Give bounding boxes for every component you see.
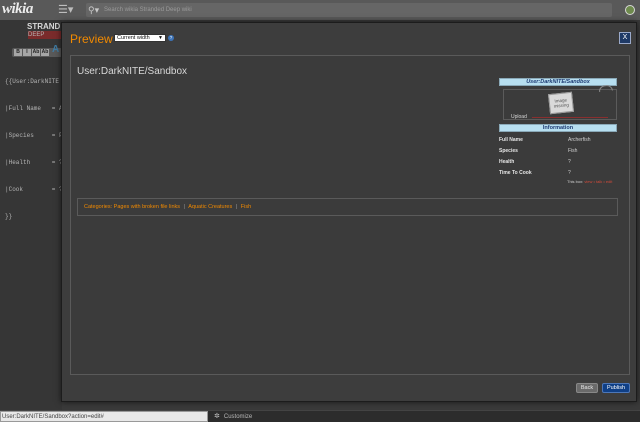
infobox-title: User:DarkNITE/Sandbox: [499, 78, 617, 86]
font-size-icon[interactable]: A: [52, 44, 59, 55]
source-line: |Cook = ?: [5, 186, 62, 193]
image-hanger: [598, 84, 613, 92]
categories-label: Categories:: [84, 204, 113, 210]
wikia-logo[interactable]: wikia: [2, 1, 33, 18]
modal-title: Preview: [70, 32, 113, 46]
infobox-label: Species: [499, 148, 518, 154]
source-line: }}: [5, 213, 13, 220]
width-select[interactable]: Current width ▼: [114, 34, 166, 42]
source-line: |Health = ?: [5, 159, 62, 166]
infobox-label: Health: [499, 159, 515, 165]
category-link[interactable]: Aquatic Creatures: [188, 204, 232, 210]
category-link[interactable]: Fish: [241, 204, 251, 210]
customize-button[interactable]: ✲ Customize: [214, 411, 252, 422]
search-input[interactable]: Search wikia Stranded Deep wiki: [104, 3, 604, 17]
navbar-talk-link[interactable]: talk: [596, 179, 602, 184]
image-missing-icon[interactable]: Image missing: [548, 84, 613, 115]
source-line: |Full Name = Ar: [5, 105, 62, 112]
user-avatar[interactable]: [625, 5, 635, 15]
bold-button[interactable]: B: [14, 49, 22, 56]
infobox-row: Species Fish: [499, 146, 617, 156]
navbar-edit-link[interactable]: edit: [606, 179, 612, 184]
infobox-label: Time To Cook: [499, 170, 532, 176]
preview-modal: Preview Current width ▼ ? X User:DarkNITE…: [61, 22, 637, 402]
chevron-down-icon: ▼: [158, 35, 163, 41]
navbar-prefix: This box:: [567, 179, 584, 184]
infobox-value: Archerfish: [568, 137, 591, 143]
category-link[interactable]: Pages with broken file links: [114, 204, 180, 210]
italic-button[interactable]: I: [23, 49, 31, 56]
customize-label: Customize: [223, 414, 253, 420]
infobox-value: Fish: [568, 148, 578, 154]
back-button[interactable]: Back: [576, 383, 598, 393]
external-link-button[interactable]: Ab: [41, 49, 49, 56]
infobox-value: ?: [568, 170, 571, 176]
status-url: User:DarkNITE/Sandbox?action=edit#: [0, 411, 208, 422]
infobox-row: Health ?: [499, 157, 617, 167]
publish-button[interactable]: Publish: [602, 383, 630, 393]
infobox-row: Time To Cook ?: [499, 168, 617, 178]
page-title: User:DarkNITE/Sandbox: [77, 66, 188, 77]
close-button[interactable]: X: [619, 32, 631, 44]
wiki-wordmark-sub: DEEP: [28, 31, 62, 39]
upload-link[interactable]: Upload: [511, 114, 527, 120]
gear-icon: ✲: [214, 413, 220, 420]
source-editor[interactable]: {{User:DarkNITE |Full Name = Ar |Species…: [5, 59, 62, 230]
source-line: |Species = Fi: [5, 132, 62, 139]
infobox-image-area: Image missing Upload: [503, 84, 617, 120]
link-button[interactable]: Ab: [32, 49, 40, 56]
infobox-value: ?: [568, 159, 571, 165]
source-line: {{User:DarkNITE: [5, 78, 60, 85]
upload-link-underline: [532, 117, 608, 118]
width-select-value: Current width: [117, 35, 150, 41]
image-missing-label: Image missing: [553, 97, 570, 109]
wiki-wordmark: STRAND: [27, 22, 61, 31]
infobox-label: Full Name: [499, 137, 523, 143]
menu-icon[interactable]: ☰▾: [58, 3, 74, 17]
infobox-row: Full Name Archerfish: [499, 135, 617, 145]
search-icon[interactable]: ⚲▾: [88, 3, 99, 17]
infobox-navbar: This box: view • talk • edit: [567, 179, 613, 184]
navbar-view-link[interactable]: view: [584, 179, 592, 184]
infobox-section-header: Information: [499, 124, 617, 132]
help-icon[interactable]: ?: [168, 35, 174, 41]
preview-content: User:DarkNITE/Sandbox User:DarkNITE/Sand…: [70, 55, 630, 375]
category-bar: Categories: Pages with broken file links…: [77, 198, 618, 216]
